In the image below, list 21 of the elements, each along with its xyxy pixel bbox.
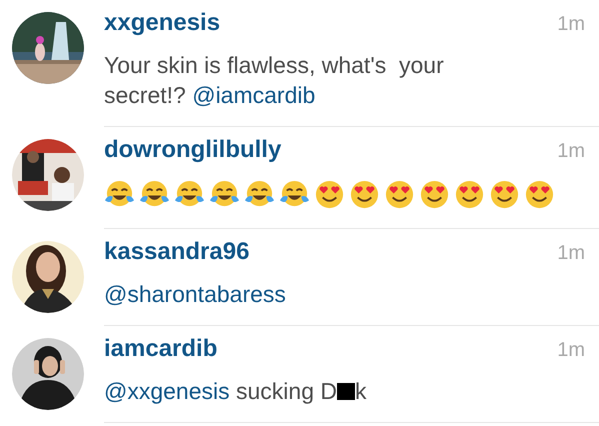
heart-eyes-emoji-icon — [524, 179, 555, 210]
heart-eyes-emoji-icon — [314, 179, 345, 210]
comment-time: 1m — [557, 13, 585, 36]
heart-eyes-emoji-icon — [384, 179, 415, 210]
username-link[interactable]: iamcardib — [104, 334, 218, 364]
mention-link[interactable]: @xxgenesis — [104, 378, 230, 404]
redaction-mark — [337, 383, 355, 400]
heart-eyes-emoji-icon — [454, 179, 485, 210]
comment-text: @xxgenesis sucking D k — [104, 377, 366, 406]
comment-text: Your skin is flawless, what's your secret!? @iamcardib — [104, 51, 445, 110]
comment-time: 1m — [557, 242, 585, 265]
heart-eyes-emoji-icon — [419, 179, 450, 210]
mention-link[interactable]: @iamcardib — [192, 82, 316, 108]
username-link[interactable]: xxgenesis — [104, 8, 220, 38]
comment-time: 1m — [557, 339, 585, 362]
comment-time: 1m — [557, 140, 585, 163]
heart-eyes-emoji-icon — [489, 179, 520, 210]
heart-eyes-emoji-icon — [349, 179, 380, 210]
mention-link[interactable]: @sharontabaress — [104, 281, 286, 307]
username-link[interactable]: dowronglilbully — [104, 135, 282, 165]
username-link[interactable]: kassandra96 — [104, 237, 250, 267]
